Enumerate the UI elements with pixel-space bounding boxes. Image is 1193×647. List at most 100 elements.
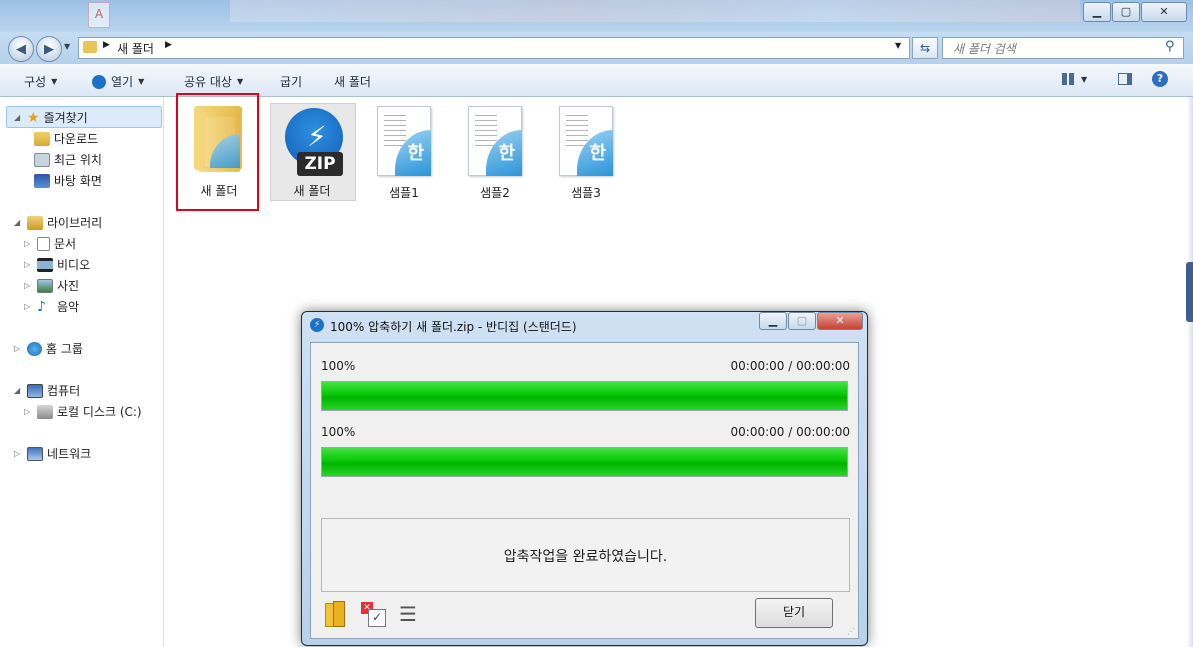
view-options-button[interactable]: ▼ <box>1062 73 1087 85</box>
expanded-triangle-icon: ◢ <box>14 113 21 122</box>
scroll-indicator <box>1186 262 1193 322</box>
file-name: 새 폴더 <box>200 184 238 198</box>
nav-documents[interactable]: ▷ 문서 <box>24 235 76 252</box>
address-dropdown-icon[interactable]: ▼ <box>895 41 901 50</box>
file-name: 새 폴더 <box>293 184 331 198</box>
new-folder-button[interactable]: 새 폴더 <box>334 73 371 90</box>
nav-local-disk[interactable]: ▷ 로컬 디스크 (C:) <box>24 403 142 420</box>
nav-pictures[interactable]: ▷ 사진 <box>24 277 79 294</box>
burn-button[interactable]: 굽기 <box>280 73 302 90</box>
minimize-button[interactable]: ▁ <box>759 312 787 330</box>
nav-recent-label: 최근 위치 <box>54 153 102 167</box>
nav-homegroup-label: 홈 그룹 <box>46 342 83 356</box>
maximize-button[interactable]: ▢ <box>788 312 816 330</box>
chevron-down-icon: ▼ <box>51 77 58 86</box>
nav-favorites-label: 즐겨찾기 <box>43 111 88 125</box>
nav-libraries-label: 라이브러리 <box>47 216 103 230</box>
hwp-glyph: 한 <box>407 143 424 164</box>
recent-places-icon <box>34 152 50 167</box>
hwp-document-icon: 한 <box>468 106 522 176</box>
bandizip-zip-icon: ⚡ ZIP <box>277 108 347 178</box>
progress1-time: 00:00:00 / 00:00:00 <box>730 359 850 373</box>
nav-libraries[interactable]: ◢ 라이브러리 <box>14 214 102 231</box>
open-label: 열기 <box>111 75 134 89</box>
chevron-down-icon: ▼ <box>236 77 244 86</box>
video-film-icon <box>37 257 53 272</box>
breadcrumb-arrow-icon[interactable]: ▶ <box>165 40 172 50</box>
zip-badge: ZIP <box>297 152 343 176</box>
nav-downloads-label: 다운로드 <box>54 132 99 146</box>
file-item-hwp[interactable]: 한 샘플3 <box>544 106 628 201</box>
folder-icon <box>192 104 246 174</box>
file-name: 샘플1 <box>389 186 419 200</box>
file-name: 샘플2 <box>480 186 510 200</box>
nav-recent[interactable]: 최근 위치 <box>34 151 102 168</box>
close-on-complete-icon[interactable]: ✕ ✓ <box>361 602 386 627</box>
nav-homegroup[interactable]: ▷ 홈 그룹 <box>14 340 83 357</box>
nav-videos[interactable]: ▷ 비디오 <box>24 256 90 273</box>
share-button[interactable]: 공유 대상 ▼ <box>184 73 243 90</box>
window-right-border <box>1187 97 1193 647</box>
nav-computer[interactable]: ◢ 컴퓨터 <box>14 382 80 399</box>
nav-network[interactable]: ▷ 네트워크 <box>14 445 91 462</box>
bandizip-icon <box>92 74 106 89</box>
breadcrumb-arrow-icon[interactable]: ▶ <box>103 40 110 50</box>
collapsed-triangle-icon: ▷ <box>24 407 31 416</box>
desktop-icon <box>34 173 50 188</box>
file-item-hwp[interactable]: 한 샘플2 <box>453 106 537 201</box>
open-button[interactable]: 열기 ▼ <box>92 73 144 90</box>
nav-documents-label: 문서 <box>54 237 77 251</box>
organize-button[interactable]: 구성 ▼ <box>24 73 57 90</box>
file-item-zip[interactable]: ⚡ ZIP 새 폴더 <box>270 108 354 199</box>
collapsed-triangle-icon: ▷ <box>14 344 21 353</box>
nav-downloads[interactable]: 다운로드 <box>34 130 98 147</box>
search-input[interactable]: 새 폴더 검색 ⚲ <box>942 37 1184 59</box>
hwp-document-icon: 한 <box>377 106 431 176</box>
hwp-glyph: 한 <box>498 143 515 164</box>
menu-lines-icon[interactable]: ☰ <box>399 604 417 624</box>
collapsed-triangle-icon: ▷ <box>24 302 31 311</box>
nav-computer-label: 컴퓨터 <box>47 384 81 398</box>
close-button[interactable]: 닫기 <box>755 598 833 628</box>
help-icon[interactable]: ? <box>1152 71 1168 87</box>
nav-network-label: 네트워크 <box>47 447 92 461</box>
back-arrow-icon[interactable]: ◀ <box>8 36 34 62</box>
resize-grip-icon[interactable]: ⋰ <box>847 627 855 636</box>
music-note-icon: ♪ <box>37 298 46 315</box>
close-window-button[interactable]: ✕ <box>1141 2 1187 22</box>
window-controls: ▁ ▢ ✕ <box>1082 2 1187 22</box>
pictures-icon <box>37 278 53 293</box>
maximize-button[interactable]: ▢ <box>1112 2 1140 22</box>
nav-music[interactable]: ▷ ♪ 음악 <box>24 298 79 315</box>
open-folder-icon[interactable] <box>325 601 345 627</box>
file-name: 샘플3 <box>571 186 601 200</box>
search-icon[interactable]: ⚲ <box>1165 39 1175 54</box>
nav-local-disk-label: 로컬 디스크 (C:) <box>57 405 142 419</box>
hwp-document-icon: 한 <box>559 106 613 176</box>
dialog-body: 100% 00:00:00 / 00:00:00 100% 00:00:00 /… <box>310 342 859 639</box>
file-item-folder[interactable]: 새 폴더 <box>177 104 261 199</box>
nav-desktop-label: 바탕 화면 <box>54 174 102 188</box>
preview-pane-icon[interactable] <box>1118 73 1132 85</box>
computer-icon <box>27 383 43 398</box>
nav-favorites[interactable]: ◢ ★ 즐겨찾기 <box>14 109 88 126</box>
dialog-title: 100% 압축하기 새 폴더.zip - 반디집 (스탠더드) <box>330 320 577 334</box>
refresh-icon[interactable]: ⇆ <box>912 37 938 59</box>
compress-progress-dialog: ⚡ 100% 압축하기 새 폴더.zip - 반디집 (스탠더드) ▁ ▢ ✕ … <box>301 311 868 646</box>
minimize-button[interactable]: ▁ <box>1083 2 1111 22</box>
breadcrumb-current[interactable]: 새 폴더 <box>117 40 154 57</box>
documents-icon <box>37 236 50 251</box>
collapsed-triangle-icon: ▷ <box>24 260 31 269</box>
address-bar[interactable]: ▶ 새 폴더 ▶ ▼ <box>78 37 910 59</box>
progress2-bar <box>321 447 848 477</box>
background-window-tabs <box>230 0 1080 22</box>
file-item-hwp[interactable]: 한 샘플1 <box>362 106 446 201</box>
folder-small-icon <box>83 41 97 53</box>
chevron-down-icon: ▼ <box>138 77 145 86</box>
nav-desktop[interactable]: 바탕 화면 <box>34 172 102 189</box>
forward-arrow-icon[interactable]: ▶ <box>36 36 62 62</box>
close-window-button[interactable]: ✕ <box>817 312 863 330</box>
recent-pages-chevron-icon[interactable]: ▼ <box>64 42 70 51</box>
pdf-icon: A <box>88 2 110 28</box>
view-grid-icon <box>1062 73 1076 85</box>
